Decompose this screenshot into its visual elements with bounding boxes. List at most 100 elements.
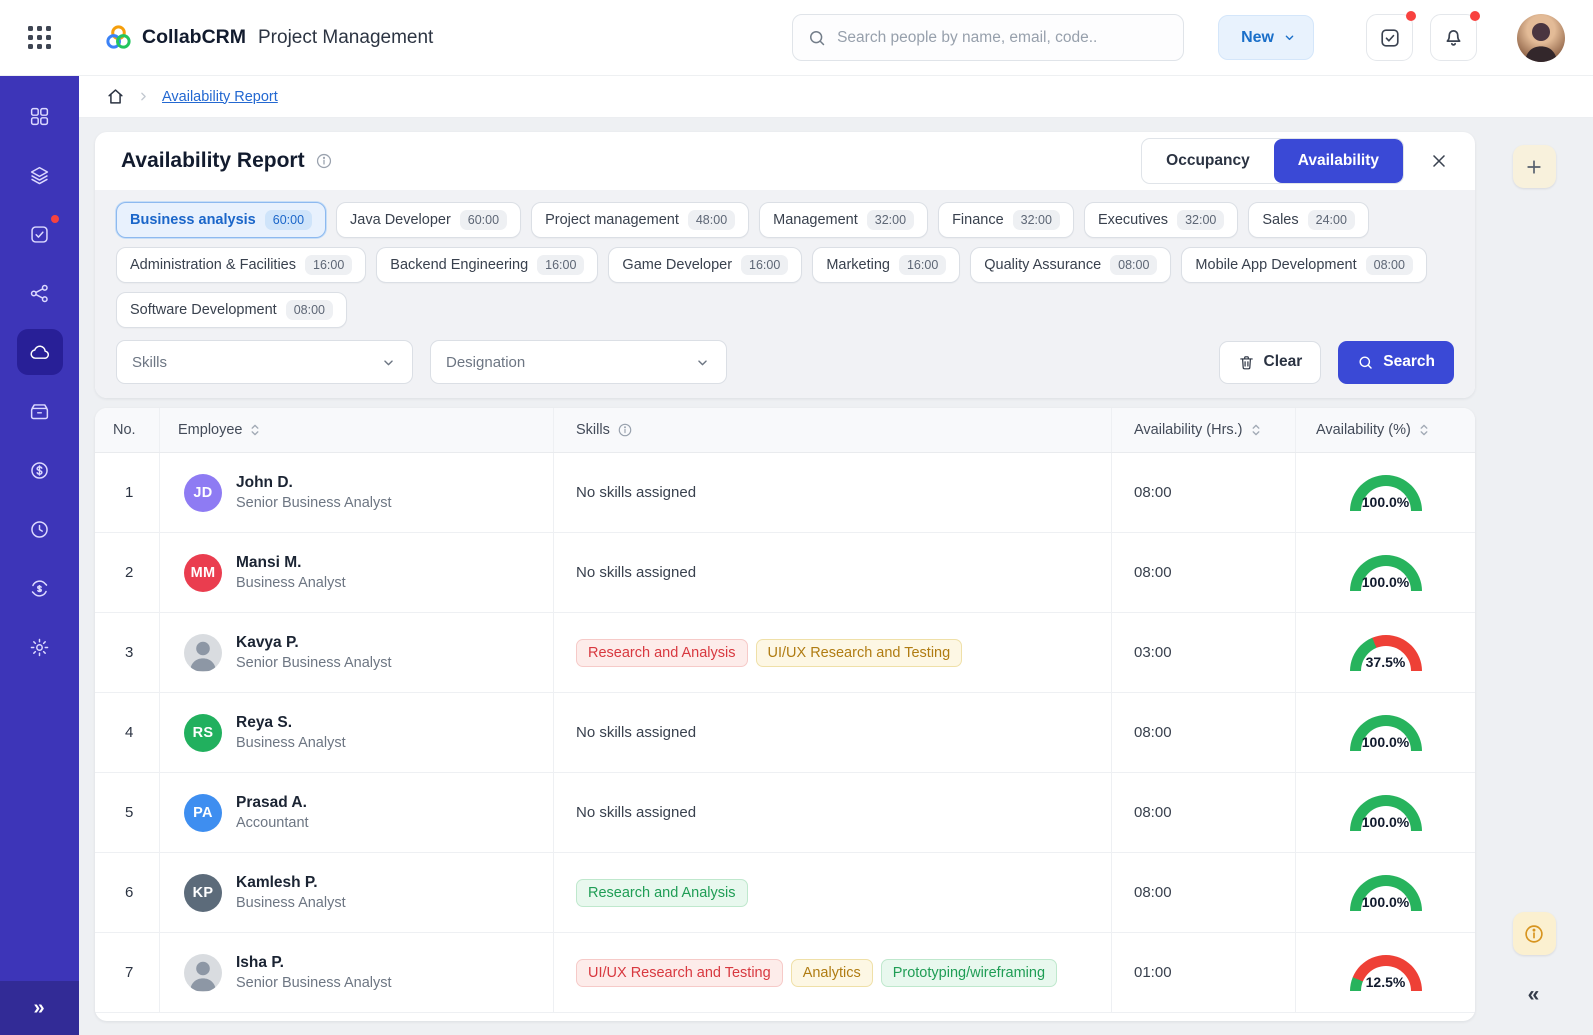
- add-widget-button[interactable]: [1512, 145, 1556, 188]
- toggle-availability[interactable]: Availability: [1273, 139, 1403, 183]
- availability-gauge: 12.5%: [1349, 955, 1422, 991]
- search-button-label: Search: [1383, 353, 1435, 370]
- sidebar-item-cashbox[interactable]: [17, 388, 63, 434]
- sort-icon[interactable]: [249, 423, 261, 437]
- filter-chip[interactable]: Software Development 08:00: [116, 292, 347, 328]
- sidebar-item-exchange[interactable]: [17, 565, 63, 611]
- sidebar-item-billing[interactable]: [17, 447, 63, 493]
- skill-tag: UI/UX Research and Testing: [576, 958, 783, 987]
- filter-chip-hours: 24:00: [1307, 210, 1355, 230]
- filter-chip[interactable]: Backend Engineering 16:00: [376, 247, 599, 283]
- sidebar-item-dashboard[interactable]: [17, 93, 63, 139]
- employee-name: Kavya P.: [236, 634, 299, 651]
- table-body: 1 JD John D. Senior Business Analyst No …: [95, 453, 1475, 1013]
- skills-select[interactable]: Skills: [116, 340, 413, 384]
- chevron-down-icon: [694, 354, 711, 371]
- filter-chip[interactable]: Java Developer 60:00: [336, 202, 522, 238]
- clear-button[interactable]: Clear: [1218, 340, 1322, 384]
- filter-chip[interactable]: Management 32:00: [759, 202, 929, 238]
- filter-chip[interactable]: Administration & Facilities 16:00: [116, 247, 367, 283]
- report-header: Availability Report Occupancy Availabili…: [95, 132, 1475, 190]
- sidebar-item-history[interactable]: [17, 506, 63, 552]
- table-row: 7 Isha P. Senior Business Analyst UI/UX …: [95, 933, 1475, 1013]
- employee-cell: RS Reya S. Business Analyst: [159, 693, 553, 772]
- employee-role: Senior Business Analyst: [236, 975, 392, 991]
- filter-chip[interactable]: Mobile App Development 08:00: [1181, 247, 1427, 283]
- filter-chip-hours: 08:00: [1110, 255, 1158, 275]
- filter-chip[interactable]: Game Developer 16:00: [608, 247, 803, 283]
- sort-icon[interactable]: [1250, 423, 1262, 437]
- sort-icon[interactable]: [1418, 423, 1430, 437]
- filter-chip[interactable]: Sales 24:00: [1248, 202, 1369, 238]
- layers-icon: [29, 165, 50, 186]
- sidebar-item-network[interactable]: [17, 270, 63, 316]
- col-header-skills: Skills: [553, 408, 1111, 452]
- avatar: PA: [184, 793, 222, 832]
- right-rail: «: [1475, 96, 1593, 1035]
- filter-chip-hours: 08:00: [285, 300, 333, 320]
- col-header-no: No.: [95, 408, 159, 452]
- info-icon[interactable]: [315, 152, 333, 170]
- help-info-button[interactable]: [1512, 912, 1556, 955]
- check-square-icon: [1379, 27, 1401, 49]
- filter-chip-hours: 16:00: [741, 255, 789, 275]
- availability-gauge: 37.5%: [1349, 635, 1422, 671]
- skills-cell: Research and Analysis UI/UX Research and …: [553, 613, 1111, 692]
- filter-chip-label: Management: [773, 212, 858, 228]
- filter-chip[interactable]: Finance 32:00: [938, 202, 1074, 238]
- main-content: Availability Report Occupancy Availabili…: [79, 118, 1475, 1035]
- filter-chip[interactable]: Executives 32:00: [1083, 202, 1239, 238]
- designation-select[interactable]: Designation: [430, 340, 727, 384]
- home-icon[interactable]: [106, 87, 125, 106]
- tasks-button[interactable]: [1366, 11, 1416, 61]
- breadcrumb: Availability Report: [79, 76, 1593, 118]
- filter-chip[interactable]: Business analysis 60:00: [116, 202, 327, 238]
- filter-chip[interactable]: Project management 48:00: [531, 202, 750, 238]
- sidebar-item-cloud[interactable]: [16, 329, 63, 375]
- user-avatar[interactable]: [1517, 13, 1565, 62]
- col-header-label: No.: [113, 422, 136, 438]
- exchange-icon: [29, 578, 50, 599]
- sidebar-item-settings[interactable]: [17, 624, 63, 670]
- new-button[interactable]: New: [1218, 15, 1314, 60]
- sidebar-item-tasks[interactable]: [17, 211, 63, 257]
- apps-menu-button[interactable]: [0, 26, 79, 49]
- no-skills-text: No skills assigned: [576, 484, 697, 501]
- global-search[interactable]: [792, 14, 1185, 61]
- sidebar-item-layers[interactable]: [17, 152, 63, 198]
- filter-chip-label: Software Development: [130, 302, 277, 318]
- filter-chip-label: Project management: [545, 212, 679, 228]
- filter-chip[interactable]: Quality Assurance 08:00: [970, 247, 1172, 283]
- filter-chip[interactable]: Marketing 16:00: [812, 247, 961, 283]
- toggle-occupancy[interactable]: Occupancy: [1142, 139, 1274, 183]
- employee-name: John D.: [236, 474, 293, 491]
- table-row: 5 PA Prasad A. Accountant No skills assi…: [95, 773, 1475, 853]
- brand[interactable]: CollabCRM Project Management: [105, 24, 433, 51]
- employee-name: Prasad A.: [236, 794, 307, 811]
- close-icon[interactable]: [1429, 151, 1449, 171]
- network-icon: [29, 283, 50, 304]
- notifications-button[interactable]: [1430, 11, 1480, 61]
- search-button[interactable]: Search: [1338, 340, 1454, 384]
- skill-tag: Research and Analysis: [576, 878, 748, 907]
- cashbox-icon: [29, 401, 50, 422]
- brand-name: CollabCRM: [142, 26, 246, 48]
- top-header: CollabCRM Project Management New: [0, 0, 1593, 76]
- filter-chip-hours: 08:00: [1365, 255, 1413, 275]
- search-input[interactable]: [837, 28, 1170, 47]
- percent-cell: 100.0%: [1295, 533, 1475, 612]
- product-name: Project Management: [258, 26, 434, 48]
- plus-icon: [1524, 157, 1544, 177]
- table-row: 2 MM Mansi M. Business Analyst No skills…: [95, 533, 1475, 613]
- page-title: Availability Report: [121, 149, 305, 172]
- employee-cell: Isha P. Senior Business Analyst: [159, 933, 553, 1012]
- breadcrumb-current[interactable]: Availability Report: [162, 89, 278, 105]
- info-icon[interactable]: [617, 422, 633, 438]
- settings-icon: [29, 637, 50, 658]
- filter-controls: Skills Designation Clear Search: [116, 340, 1454, 384]
- chevron-down-icon: [380, 354, 397, 371]
- filter-chip-label: Game Developer: [622, 257, 733, 273]
- employee-cell: MM Mansi M. Business Analyst: [159, 533, 553, 612]
- sidebar-expand-button[interactable]: »: [0, 981, 79, 1035]
- collapse-rail-button[interactable]: «: [1528, 983, 1541, 1007]
